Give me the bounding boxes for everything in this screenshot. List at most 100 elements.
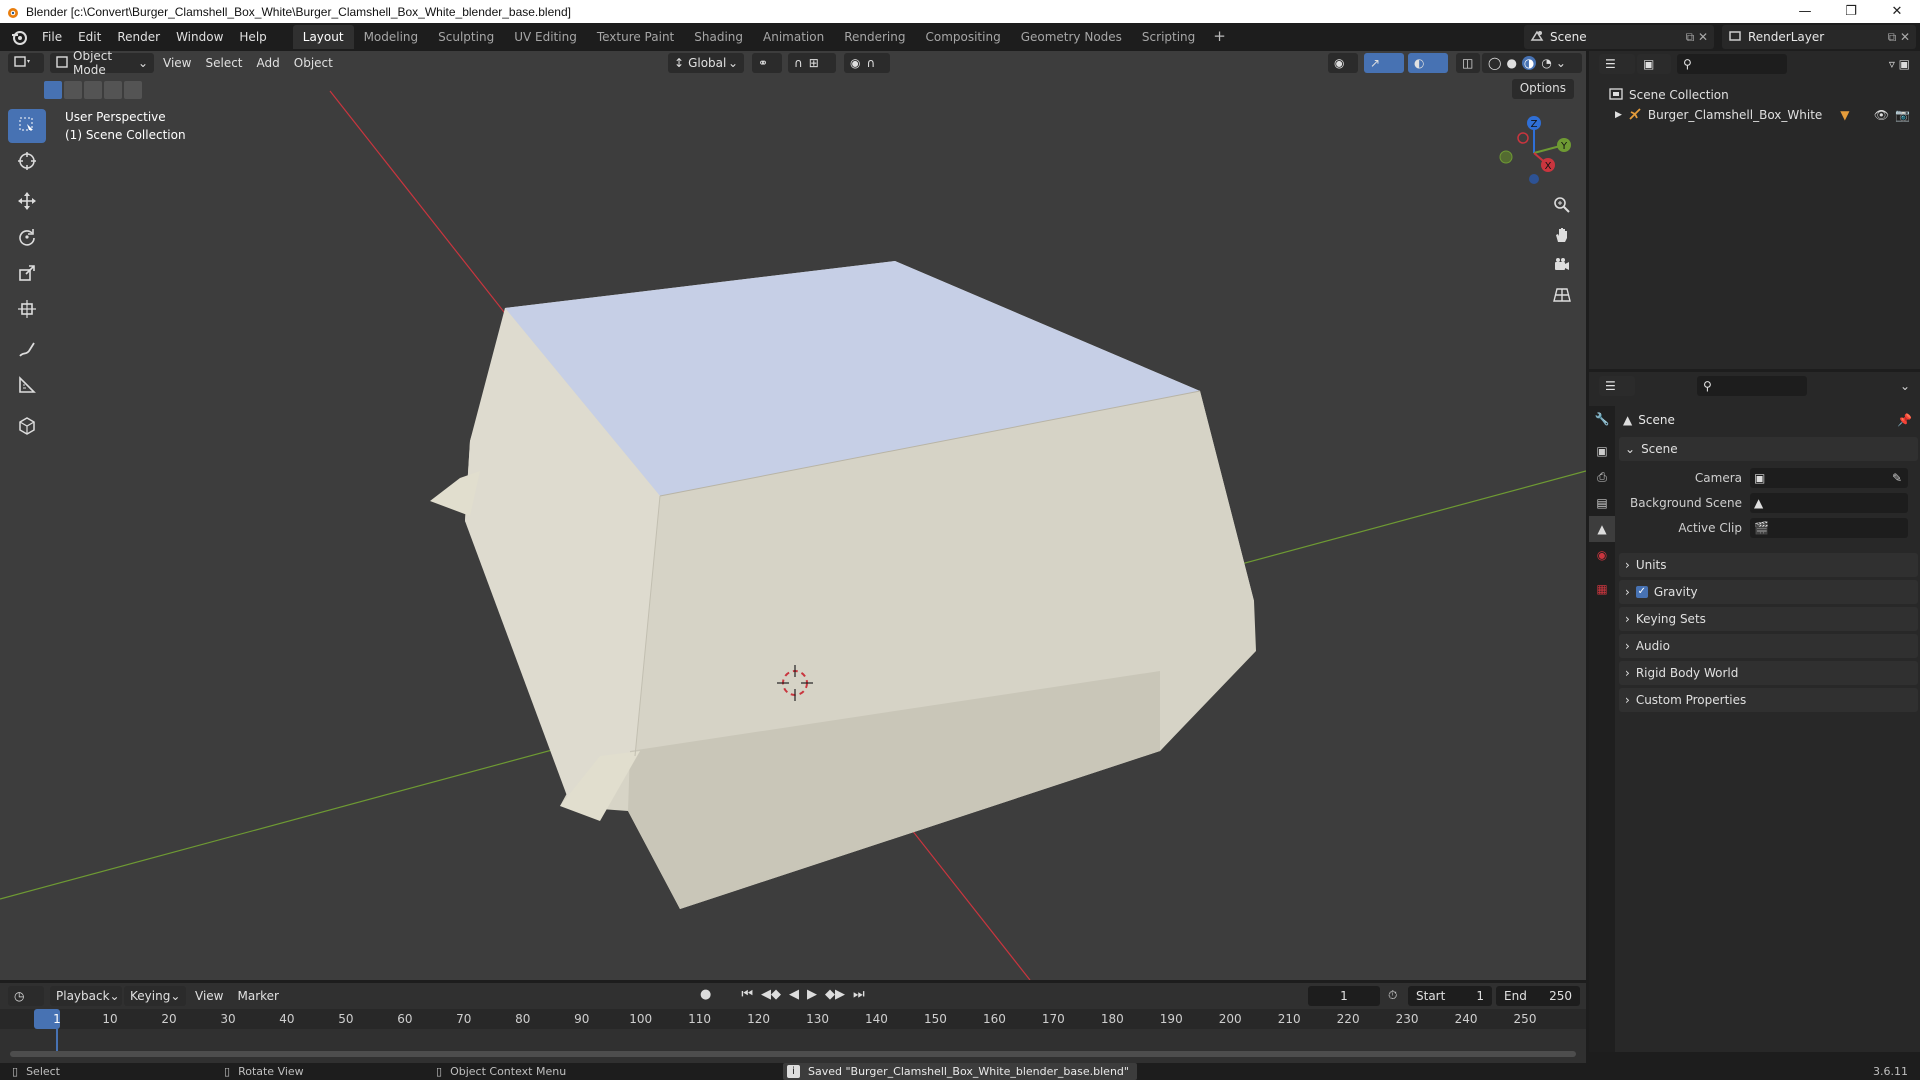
world-properties-tab[interactable]: ◉ (1589, 542, 1615, 568)
overlay-toggle-button[interactable]: ◐ (1408, 53, 1448, 73)
texture-properties-tab[interactable]: ▦ (1589, 576, 1615, 602)
keying-menu[interactable]: Keying ⌄ (124, 986, 186, 1006)
editor-type-button[interactable] (8, 53, 44, 73)
keying-sets-panel-header[interactable]: › Keying Sets (1619, 607, 1918, 631)
tab-compositing[interactable]: Compositing (915, 25, 1010, 49)
output-properties-tab[interactable]: ⎙ (1589, 464, 1615, 490)
outliner-editor-type-button[interactable]: ☰ (1599, 54, 1635, 74)
mesh-data-icon[interactable]: ▼ (1840, 108, 1849, 122)
properties-search-input[interactable]: ⚲ (1697, 376, 1807, 396)
camera-field[interactable]: ▣ ✎ (1750, 467, 1908, 488)
select-intersect-icon[interactable] (124, 81, 142, 99)
options-button[interactable]: Options (1511, 79, 1574, 99)
render-properties-tab[interactable]: ▣ (1589, 438, 1615, 464)
jump-end-icon[interactable]: ⏭ (853, 987, 865, 1002)
current-frame-field[interactable]: 1 (1308, 986, 1380, 1006)
tab-shading[interactable]: Shading (684, 25, 753, 49)
burger-box-model[interactable] (430, 261, 1256, 909)
playback-menu[interactable]: Playback ⌄ (50, 986, 122, 1006)
select-box-tool[interactable] (8, 109, 46, 143)
stopwatch-icon[interactable]: ⏱ (1388, 988, 1397, 1003)
display-mode-button[interactable]: ▣ (1637, 54, 1671, 74)
gravity-panel-header[interactable]: › ✓ Gravity (1619, 580, 1918, 604)
menu-file[interactable]: File (34, 27, 70, 47)
viewport-menu-add[interactable]: Add (250, 56, 287, 70)
next-keyframe-icon[interactable]: ◆▶ (825, 987, 845, 1002)
view-layer-selector[interactable]: RenderLayer ⧉ ✕ (1722, 25, 1916, 49)
tool-properties-tab[interactable]: 🔧 (1589, 406, 1615, 432)
pin-icon[interactable]: 📌 (1897, 413, 1912, 427)
tab-rendering[interactable]: Rendering (834, 25, 915, 49)
rendered-shading-icon[interactable]: ◔ (1541, 56, 1551, 70)
eyedropper-icon[interactable]: ✎ (1892, 471, 1902, 485)
zoom-icon[interactable] (1548, 191, 1576, 219)
scale-tool[interactable] (8, 257, 46, 291)
tab-scripting[interactable]: Scripting (1132, 25, 1205, 49)
timeline-track[interactable] (0, 1029, 1586, 1063)
close-window-button[interactable]: ✕ (1874, 0, 1920, 23)
gizmo-toggle-button[interactable]: ↗ (1364, 53, 1404, 73)
chevron-down-icon[interactable]: ⌄ (1900, 379, 1910, 393)
scene-properties-tab[interactable]: ▲ (1589, 516, 1615, 542)
pivot-point-button[interactable]: ⚭ (752, 53, 782, 73)
end-frame-field[interactable]: End 250 (1496, 986, 1580, 1006)
menu-edit[interactable]: Edit (70, 27, 109, 47)
navigation-gizmo[interactable]: Z Y X (1490, 111, 1580, 191)
minimize-button[interactable]: — (1782, 0, 1828, 23)
visibility-eye-icon[interactable]: 👁 (1874, 108, 1889, 122)
menu-render[interactable]: Render (109, 27, 168, 47)
custom-properties-panel-header[interactable]: › Custom Properties (1619, 688, 1918, 712)
solid-shading-icon[interactable]: ● (1506, 56, 1516, 70)
wireframe-shading-icon[interactable]: ◯ (1488, 56, 1501, 70)
viewport-menu-select[interactable]: Select (198, 56, 249, 70)
new-view-layer-icon[interactable]: ⧉ ✕ (1888, 30, 1910, 45)
add-cube-tool[interactable] (8, 409, 46, 443)
tab-uv-editing[interactable]: UV Editing (504, 25, 587, 49)
timeline-menu-marker[interactable]: Marker (230, 989, 285, 1003)
render-camera-icon[interactable]: 📷 (1895, 108, 1910, 122)
mode-selector[interactable]: Object Mode ⌄ (50, 51, 154, 77)
blender-logo-icon[interactable] (8, 26, 30, 48)
camera-view-icon[interactable] (1548, 251, 1576, 279)
transform-tool[interactable] (8, 293, 46, 327)
annotate-tool[interactable] (8, 333, 46, 367)
select-extend-icon[interactable] (64, 81, 82, 99)
play-reverse-icon[interactable]: ◀ (789, 987, 799, 1002)
outliner-object-row[interactable]: ▶ Burger_Clamshell_Box_White ▼ 👁 📷 (1589, 105, 1920, 125)
timeline-editor-type-button[interactable]: ◷ (8, 986, 44, 1006)
tab-modeling[interactable]: Modeling (354, 25, 429, 49)
select-invert-icon[interactable] (104, 81, 122, 99)
transform-orientation-selector[interactable]: ↕ Global ⌄ (668, 53, 744, 73)
gravity-checkbox[interactable]: ✓ (1635, 586, 1648, 598)
add-workspace-button[interactable]: + (1205, 25, 1234, 49)
filter-icon[interactable]: ▿ ▣ (1889, 57, 1910, 71)
select-subtract-icon[interactable] (84, 81, 102, 99)
scene-panel-header[interactable]: ⌄ Scene (1619, 437, 1918, 461)
visibility-filter-button[interactable]: ◉ (1328, 53, 1358, 73)
material-shading-icon[interactable]: ◑ (1521, 56, 1537, 70)
outliner-scene-collection[interactable]: Scene Collection (1589, 85, 1920, 105)
perspective-toggle-icon[interactable] (1548, 281, 1576, 309)
scene-selector[interactable]: Scene ⧉ ✕ (1524, 25, 1714, 49)
jump-start-icon[interactable]: ⏮ (741, 987, 753, 1002)
prev-keyframe-icon[interactable]: ◀◆ (761, 987, 781, 1002)
maximize-button[interactable]: ❐ (1828, 0, 1874, 23)
select-new-icon[interactable] (44, 81, 62, 99)
save-notification[interactable]: i Saved "Burger_Clamshell_Box_White_blen… (783, 1063, 1137, 1080)
viewport-menu-object[interactable]: Object (287, 56, 340, 70)
view-layer-properties-tab[interactable]: ▤ (1589, 490, 1615, 516)
tab-geometry-nodes[interactable]: Geometry Nodes (1011, 25, 1132, 49)
timeline-ruler[interactable]: 1 10 20 30 40 50 60 70 80 90 100 110 120 130 140 150 160… (0, 1009, 1586, 1029)
background-scene-field[interactable]: ▲ (1750, 492, 1908, 513)
menu-window[interactable]: Window (168, 27, 231, 47)
timeline-scrollbar[interactable] (10, 1051, 1576, 1057)
start-frame-field[interactable]: Start 1 (1408, 986, 1492, 1006)
rotate-tool[interactable] (8, 221, 46, 255)
viewport-menu-view[interactable]: View (156, 56, 198, 70)
menu-help[interactable]: Help (231, 27, 274, 47)
tab-animation[interactable]: Animation (753, 25, 834, 49)
audio-panel-header[interactable]: › Audio (1619, 634, 1918, 658)
shading-mode-buttons[interactable]: ◯ ● ◑ ◔ ⌄ (1482, 53, 1582, 73)
record-icon[interactable]: ● (700, 987, 711, 1002)
expand-arrow-icon[interactable]: ▶ (1615, 110, 1622, 120)
